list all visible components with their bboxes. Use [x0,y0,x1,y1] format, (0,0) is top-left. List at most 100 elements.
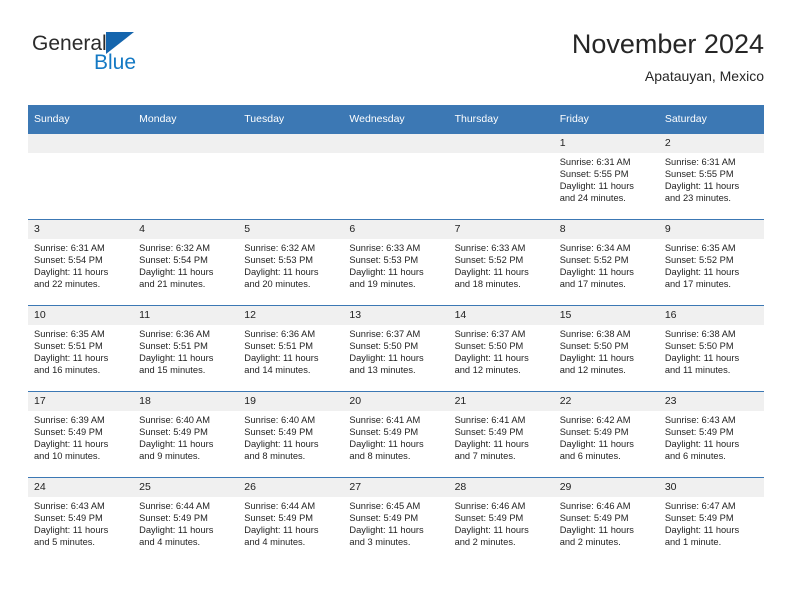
calendar-day-cell[interactable]: 5 Sunrise: 6:32 AM Sunset: 5:53 PM Daylight… [238,219,344,306]
daylight-text-line1: Daylight: 11 hours [34,525,109,536]
sunrise-text: Sunrise: 6:33 AM [349,243,421,253]
calendar-page: General Blue November 2024 Apatauyan, Me… [0,0,792,612]
sunrise-text: Sunrise: 6:42 AM [559,415,631,425]
calendar-day-cell[interactable]: 24 Sunrise: 6:43 AM Sunset: 5:49 PM Dayligh… [28,477,134,563]
day-number: 28 [448,478,554,497]
sunrise-text: Sunrise: 6:31 AM [34,243,105,253]
weekday-header-wednesday: Wednesday [343,105,449,134]
calendar-day-cell[interactable]: 1 Sunrise: 6:31 AM Sunset: 5:55 PM Daylight… [553,133,659,220]
sunrise-text: Sunrise: 6:40 AM [244,415,316,425]
day-sun-info: Sunrise: 6:38 AM Sunset: 5:50 PM Daylight:… [659,325,764,376]
daylight-text-line1: Daylight: 11 hours [244,267,319,278]
calendar-day-cell[interactable]: 21 Sunrise: 6:41 AM Sunset: 5:49 PM Dayligh… [448,391,554,478]
calendar-day-cell[interactable]: 11 Sunrise: 6:36 AM Sunset: 5:51 PM Dayligh… [133,305,239,392]
sunset-text: Sunset: 5:51 PM [244,341,314,352]
daylight-text-line2: and 24 minutes. [559,193,626,204]
sunset-text: Sunset: 5:55 PM [559,169,629,180]
sunrise-text: Sunrise: 6:43 AM [664,415,736,425]
calendar-day-cell[interactable]: 25 Sunrise: 6:44 AM Sunset: 5:49 PM Dayligh… [133,477,239,563]
daylight-text-line1: Daylight: 11 hours [559,439,634,450]
sunset-text: Sunset: 5:51 PM [139,341,208,352]
sunset-text: Sunset: 5:49 PM [139,513,208,524]
page-subtitle: Apatauyan, Mexico [644,68,764,84]
day-number: 6 [343,220,449,239]
sunset-text: Sunset: 5:52 PM [664,255,734,266]
daylight-text-line1: Daylight: 11 hours [34,267,109,278]
calendar-day-cell-empty [343,133,449,220]
calendar-day-cell[interactable]: 26 Sunrise: 6:44 AM Sunset: 5:49 PM Dayligh… [238,477,344,563]
sunset-text: Sunset: 5:49 PM [139,427,208,438]
day-number: 5 [238,220,344,239]
daylight-text-line1: Daylight: 11 hours [559,353,634,364]
daylight-text-line1: Daylight: 11 hours [664,181,740,192]
sunset-text: Sunset: 5:50 PM [559,341,629,352]
daylight-text-line1: Daylight: 11 hours [139,267,214,278]
weekday-header: Sunday Monday Tuesday Wednesday Thursday Frid… [28,105,764,134]
calendar-day-cell[interactable]: 7 Sunrise: 6:33 AM Sunset: 5:52 PM Daylight… [448,219,554,306]
daylight-text-line2: and 19 minutes. [349,279,416,290]
day-sun-info: Sunrise: 6:45 AM Sunset: 5:49 PM Daylight:… [343,497,448,548]
calendar-day-cell[interactable]: 20 Sunrise: 6:41 AM Sunset: 5:49 PM Dayligh… [343,391,449,478]
calendar-day-cell[interactable]: 22 Sunrise: 6:42 AM Sunset: 5:49 PM Dayligh… [553,391,659,478]
day-sun-info: Sunrise: 6:34 AM Sunset: 5:52 PM Daylight:… [554,239,659,290]
calendar-day-cell[interactable]: 9 Sunrise: 6:35 AM Sunset: 5:52 PM Daylight… [658,219,764,306]
day-number: 23 [658,392,764,411]
sunrise-text: Sunrise: 6:32 AM [244,243,316,253]
day-sun-info: Sunrise: 6:35 AM Sunset: 5:52 PM Daylight:… [659,239,764,290]
weekday-header-monday: Monday [133,105,239,134]
day-sun-info: Sunrise: 6:31 AM Sunset: 5:55 PM Daylight:… [659,153,764,204]
day-sun-info: Sunrise: 6:47 AM Sunset: 5:49 PM Daylight:… [659,497,764,548]
general-blue-logo[interactable]: General Blue [32,32,212,88]
calendar-day-cell[interactable]: 30 Sunrise: 6:47 AM Sunset: 5:49 PM Dayligh… [658,477,764,563]
day-number: 10 [28,306,134,325]
calendar-day-cell[interactable]: 8 Sunrise: 6:34 AM Sunset: 5:52 PM Daylight… [553,219,659,306]
calendar-day-cell[interactable]: 15 Sunrise: 6:38 AM Sunset: 5:50 PM Dayligh… [553,305,659,392]
calendar-day-cell[interactable]: 19 Sunrise: 6:40 AM Sunset: 5:49 PM Dayligh… [238,391,344,478]
day-sun-info: Sunrise: 6:35 AM Sunset: 5:51 PM Daylight:… [28,325,133,376]
daylight-text-line2: and 15 minutes. [139,365,206,376]
day-number: 18 [133,392,239,411]
calendar-day-cell[interactable]: 18 Sunrise: 6:40 AM Sunset: 5:49 PM Dayligh… [133,391,239,478]
day-sun-info: Sunrise: 6:40 AM Sunset: 5:49 PM Daylight:… [133,411,238,462]
sunrise-text: Sunrise: 6:44 AM [244,501,316,511]
daylight-text-line2: and 13 minutes. [349,365,416,376]
daylight-text-line1: Daylight: 11 hours [349,525,424,536]
day-sun-info: Sunrise: 6:33 AM Sunset: 5:52 PM Daylight:… [449,239,554,290]
sunrise-text: Sunrise: 6:35 AM [664,243,736,253]
calendar-day-cell[interactable]: 13 Sunrise: 6:37 AM Sunset: 5:50 PM Dayligh… [343,305,449,392]
daylight-text-line1: Daylight: 11 hours [34,353,109,364]
daylight-text-line2: and 11 minutes. [664,365,731,376]
calendar-day-cell[interactable]: 12 Sunrise: 6:36 AM Sunset: 5:51 PM Dayligh… [238,305,344,392]
calendar-day-cell[interactable]: 17 Sunrise: 6:39 AM Sunset: 5:49 PM Dayligh… [28,391,134,478]
calendar-day-cell[interactable]: 14 Sunrise: 6:37 AM Sunset: 5:50 PM Dayligh… [448,305,554,392]
calendar-day-cell[interactable]: 27 Sunrise: 6:45 AM Sunset: 5:49 PM Dayligh… [343,477,449,563]
day-sun-info: Sunrise: 6:42 AM Sunset: 5:49 PM Daylight:… [554,411,659,462]
daylight-text-line1: Daylight: 11 hours [454,439,529,450]
sunset-text: Sunset: 5:49 PM [559,427,629,438]
calendar-day-cell[interactable]: 2 Sunrise: 6:31 AM Sunset: 5:55 PM Daylight… [658,133,764,220]
calendar-day-cell[interactable]: 3 Sunrise: 6:31 AM Sunset: 5:54 PM Daylight… [28,219,134,306]
calendar-header-row: Sunday Monday Tuesday Wednesday Thursday Frid… [28,105,764,134]
calendar-day-cell[interactable]: 29 Sunrise: 6:46 AM Sunset: 5:49 PM Dayligh… [553,477,659,563]
day-sun-info: Sunrise: 6:43 AM Sunset: 5:49 PM Daylight:… [659,411,764,462]
day-number: 27 [343,478,449,497]
day-sun-info: Sunrise: 6:39 AM Sunset: 5:49 PM Daylight:… [28,411,133,462]
daylight-text-line2: and 12 minutes. [454,365,521,376]
daylight-text-line1: Daylight: 11 hours [664,439,740,450]
day-number: 24 [28,478,134,497]
calendar-day-cell[interactable]: 10 Sunrise: 6:35 AM Sunset: 5:51 PM Dayligh… [28,305,134,392]
daylight-text-line1: Daylight: 11 hours [664,353,740,364]
day-number: 1 [553,134,659,153]
calendar-day-cell[interactable]: 23 Sunrise: 6:43 AM Sunset: 5:49 PM Dayligh… [658,391,764,478]
sunset-text: Sunset: 5:49 PM [454,513,524,524]
sunset-text: Sunset: 5:49 PM [664,513,734,524]
calendar-day-cell[interactable]: 28 Sunrise: 6:46 AM Sunset: 5:49 PM Dayligh… [448,477,554,563]
calendar-day-cell[interactable]: 16 Sunrise: 6:38 AM Sunset: 5:50 PM Dayligh… [658,305,764,392]
daylight-text-line2: and 12 minutes. [559,365,626,376]
weekday-header-friday: Friday [553,105,659,134]
calendar-day-cell[interactable]: 4 Sunrise: 6:32 AM Sunset: 5:54 PM Daylight… [133,219,239,306]
daylight-text-line2: and 18 minutes. [454,279,521,290]
day-sun-info: Sunrise: 6:44 AM Sunset: 5:49 PM Daylight:… [238,497,343,548]
day-sun-info: Sunrise: 6:31 AM Sunset: 5:54 PM Daylight:… [28,239,133,290]
calendar-day-cell[interactable]: 6 Sunrise: 6:33 AM Sunset: 5:53 PM Daylight… [343,219,449,306]
